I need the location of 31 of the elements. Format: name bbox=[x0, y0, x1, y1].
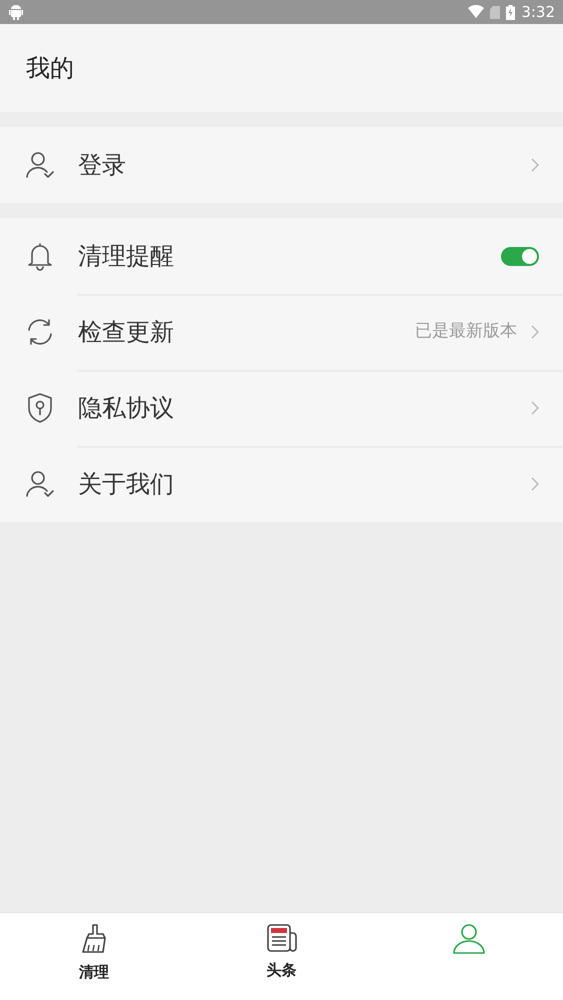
android-icon bbox=[8, 4, 24, 20]
row-label: 清理提醒 bbox=[78, 241, 174, 272]
settings-row[interactable]: 检查更新 已是最新版本 bbox=[0, 294, 563, 370]
chevron-right-icon bbox=[531, 325, 539, 339]
chevron-right-icon bbox=[531, 158, 539, 172]
chevron-right-icon bbox=[531, 477, 539, 491]
newspaper-icon bbox=[266, 923, 298, 953]
bell-icon bbox=[26, 241, 54, 271]
row-label: 登录 bbox=[78, 150, 126, 181]
user-icon bbox=[452, 923, 486, 955]
nav-tab[interactable]: 清理 bbox=[0, 913, 188, 1000]
chevron-right-icon bbox=[531, 401, 539, 415]
settings-row[interactable]: 清理提醒 bbox=[0, 218, 563, 294]
settings-row[interactable]: 隐私协议 bbox=[0, 370, 563, 446]
user-check-icon bbox=[25, 150, 55, 180]
refresh-icon bbox=[25, 317, 55, 347]
user-check-icon bbox=[25, 469, 55, 499]
toggle-switch[interactable] bbox=[501, 246, 539, 266]
row-value: 已是最新版本 bbox=[415, 320, 517, 344]
wifi-icon bbox=[468, 5, 484, 19]
nav-tab[interactable]: 头条 bbox=[188, 913, 376, 1000]
page-title: 我的 bbox=[26, 53, 74, 84]
no-sim-icon bbox=[490, 6, 500, 18]
clock-time: 3:32 bbox=[521, 2, 555, 23]
settings-row[interactable]: 登录 bbox=[0, 127, 563, 203]
battery-icon bbox=[506, 4, 516, 20]
row-label: 检查更新 bbox=[78, 317, 174, 348]
row-label: 隐私协议 bbox=[78, 393, 174, 424]
shield-lock-icon bbox=[26, 392, 54, 424]
settings-row[interactable]: 关于我们 bbox=[0, 446, 563, 522]
row-label: 关于我们 bbox=[78, 469, 174, 500]
